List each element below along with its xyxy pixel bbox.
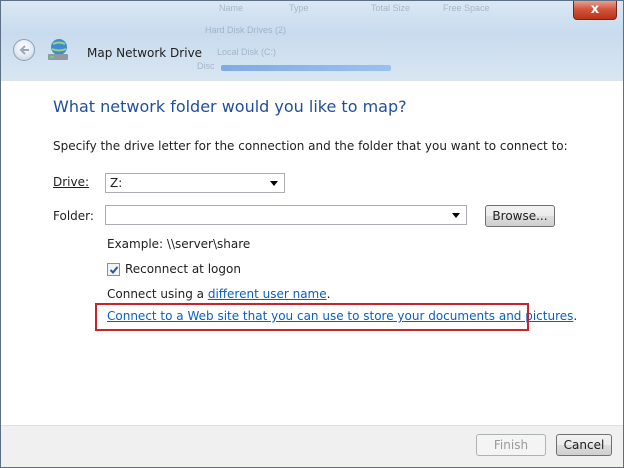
blur-progress-bar — [221, 65, 391, 71]
check-icon — [109, 266, 119, 274]
blur-row-local: Local Disk (C:) — [217, 47, 277, 57]
dialog-content: What network folder would you like to ma… — [1, 81, 623, 425]
chevron-down-icon — [270, 181, 278, 186]
blur-col-free: Free Space — [443, 3, 490, 13]
blur-row-hdd: Hard Disk Drives (2) — [205, 25, 287, 35]
instruction-text: Specify the drive letter for the connect… — [53, 139, 568, 153]
browse-button[interactable]: Browse... — [485, 205, 555, 227]
reconnect-label[interactable]: Reconnect at logon — [125, 262, 241, 276]
dialog-footer: Finish Cancel — [1, 425, 623, 467]
connect-using-line: Connect using a different user name. — [107, 287, 330, 301]
connect-prefix: Connect using a — [107, 287, 208, 301]
blur-col-type: Type — [289, 3, 309, 13]
finish-button[interactable]: Finish — [476, 434, 546, 456]
back-button[interactable] — [13, 39, 35, 61]
blur-col-name: Name — [219, 3, 244, 13]
window-title: Map Network Drive — [87, 46, 203, 60]
web-link-suffix: . — [573, 309, 578, 323]
cancel-button[interactable]: Cancel — [556, 434, 612, 456]
title-bar: Name Type Total Size Free Space Hard Dis… — [1, 1, 623, 81]
web-site-line: Connect to a Web site that you can use t… — [107, 309, 577, 323]
background-window-blur: Name Type Total Size Free Space Hard Dis… — [197, 1, 511, 71]
example-text: Example: \\server\share — [107, 237, 251, 251]
connect-suffix: . — [326, 287, 331, 301]
close-icon: x — [590, 2, 600, 17]
page-title: What network folder would you like to ma… — [53, 97, 407, 116]
drive-label: Drive: — [53, 175, 89, 189]
reconnect-checkbox[interactable] — [107, 263, 120, 276]
chevron-down-icon — [452, 213, 460, 218]
drive-select[interactable]: Z: — [105, 173, 285, 193]
blur-row-disc: Disc — [197, 61, 215, 71]
folder-label: Folder: — [53, 209, 94, 223]
folder-combo[interactable] — [105, 205, 467, 225]
map-network-drive-window: Name Type Total Size Free Space Hard Dis… — [0, 0, 624, 468]
drive-label-text: Drive: — [53, 175, 90, 189]
back-arrow-icon — [19, 45, 29, 55]
blur-col-total: Total Size — [371, 3, 411, 13]
network-drive-icon — [48, 39, 68, 60]
different-user-name-link[interactable]: different user name — [208, 287, 327, 301]
drive-select-value: Z: — [110, 176, 123, 190]
close-button[interactable]: x — [573, 1, 617, 20]
connect-web-site-link[interactable]: Connect to a Web site that you can use t… — [107, 309, 573, 323]
